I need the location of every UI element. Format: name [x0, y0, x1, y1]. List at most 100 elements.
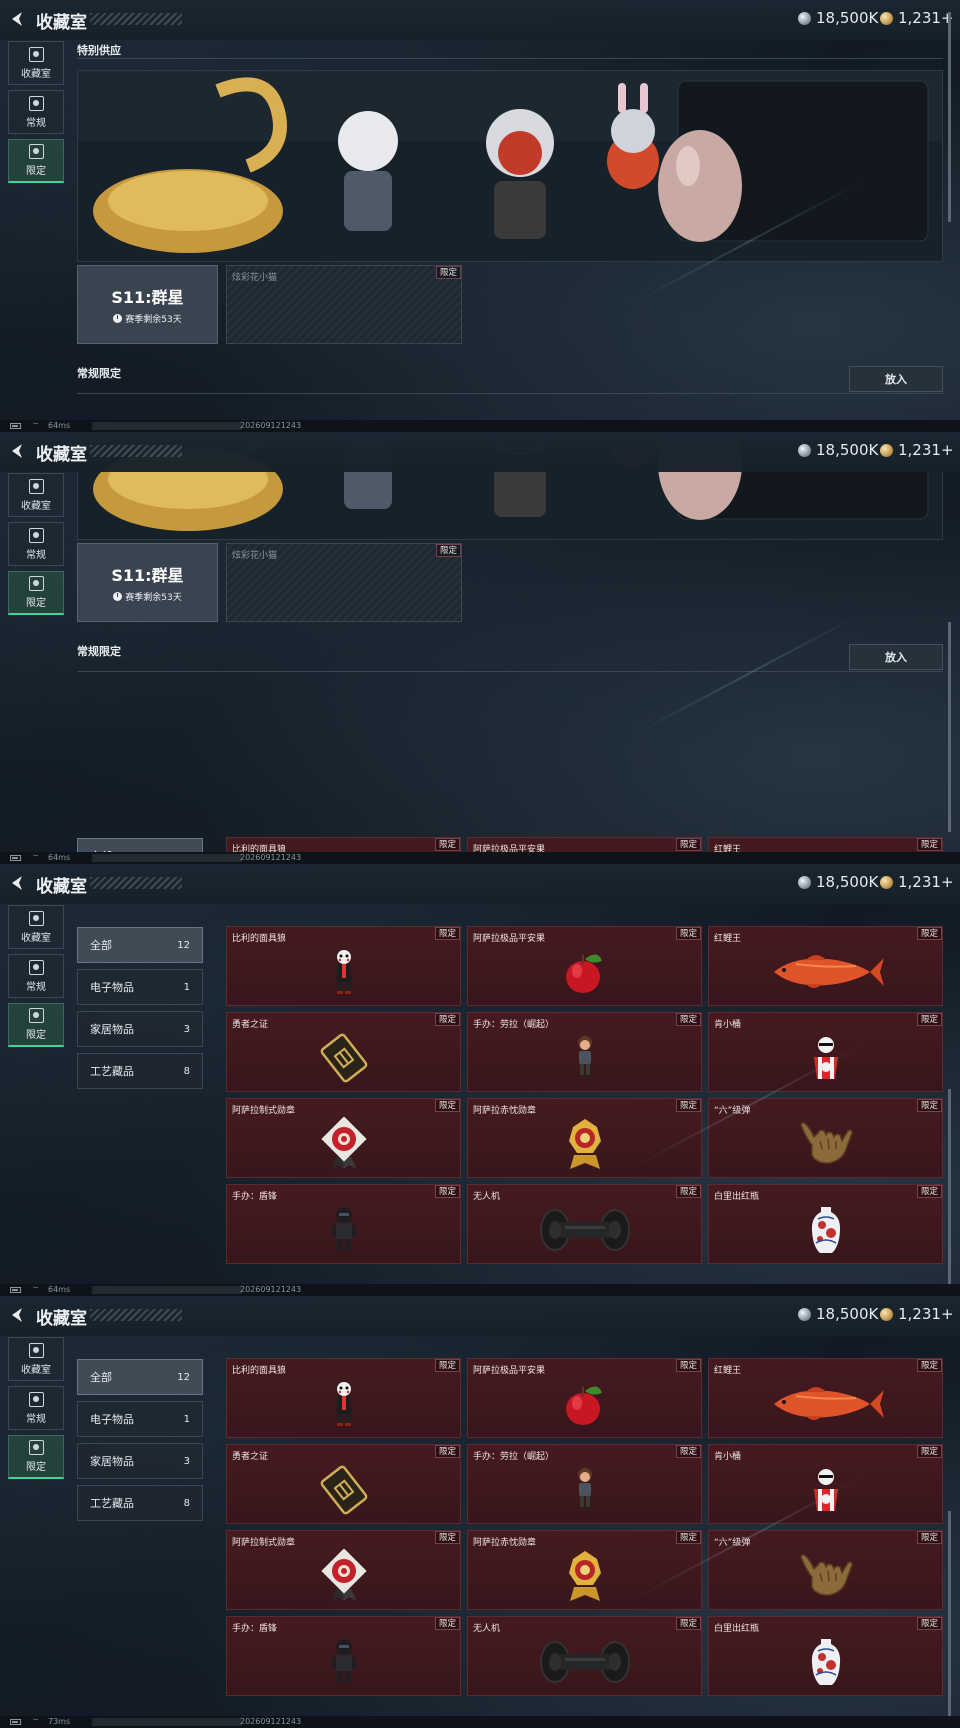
item-card[interactable]: 阿萨拉制式勋章 限定 — [226, 1530, 461, 1610]
item-card[interactable]: 阿萨拉极品平安果 限定 — [467, 1358, 702, 1438]
special-supply-banner[interactable] — [77, 70, 943, 262]
season-card[interactable]: S11:群星 赛季剩余53天 — [77, 543, 218, 622]
regular-icon — [28, 527, 44, 543]
sidebar-item-limited[interactable]: 限定 — [8, 1435, 64, 1479]
bucket-figure-icon — [709, 1025, 942, 1091]
wifi-icon: ⌔ — [32, 1717, 40, 1726]
item-card[interactable]: 比利的面具狼 限定 — [226, 1358, 461, 1438]
sidebar-item-regular[interactable]: 常规 — [8, 954, 64, 998]
category-tab[interactable]: 全部 12 — [77, 1359, 203, 1395]
season-remaining-text: 赛季剩余53天 — [125, 593, 182, 603]
sidebar-item-limited[interactable]: 限定 — [8, 1003, 64, 1047]
battery-icon — [10, 1287, 21, 1293]
vase-icon — [709, 1629, 942, 1695]
gold-amount: 1,231+ — [898, 441, 954, 459]
back-button[interactable] — [8, 873, 28, 893]
item-card[interactable]: 手办：盾锋 限定 — [226, 1616, 461, 1696]
back-button[interactable] — [8, 1305, 28, 1325]
category-tab[interactable]: 家居物品 3 — [77, 1011, 203, 1047]
sidebar-label: 收藏室 — [21, 500, 51, 512]
sidebar-item-collection[interactable]: 收藏室 — [8, 473, 64, 517]
back-button[interactable] — [8, 9, 28, 29]
special-item-card[interactable]: 炫彩花小猫 限定 — [226, 265, 462, 344]
item-card[interactable]: 比利的面具狼 限定 — [226, 926, 461, 1006]
item-card[interactable]: 无人机 限定 — [467, 1184, 702, 1264]
silver-amount: 18,500K — [816, 9, 879, 27]
top-bar: 收藏室 18,500K 1,231+ — [0, 0, 960, 40]
put-in-button[interactable]: 放入 — [849, 644, 943, 670]
sidebar-item-limited[interactable]: 限定 — [8, 571, 64, 615]
category-tab[interactable]: 工艺藏品 8 — [77, 1053, 203, 1089]
item-card[interactable]: 勇者之证 限定 — [226, 1444, 461, 1524]
scrollbar[interactable] — [948, 1089, 951, 1296]
sidebar-label: 常规 — [26, 1413, 46, 1425]
season-card[interactable]: S11:群星 赛季剩余53天 — [77, 265, 218, 344]
special-item-card[interactable]: 炫彩花小猫 限定 — [226, 543, 462, 622]
item-card[interactable]: 肯小桶 限定 — [708, 1444, 943, 1524]
item-card[interactable]: 手办：盾锋 限定 — [226, 1184, 461, 1264]
page-title: 收藏室 — [36, 13, 87, 33]
sidebar-item-regular[interactable]: 常规 — [8, 1386, 64, 1430]
item-card[interactable]: 手办：劳拉（崛起） 限定 — [467, 1444, 702, 1524]
item-card[interactable]: “六”级弹 限定 — [708, 1098, 943, 1178]
armored-figure-icon — [227, 1629, 460, 1695]
item-card[interactable]: “六”级弹 限定 — [708, 1530, 943, 1610]
sidebar-label: 限定 — [26, 1030, 46, 1041]
sidebar-label: 收藏室 — [21, 1364, 51, 1376]
sidebar-label: 收藏室 — [21, 68, 51, 80]
item-card[interactable]: 阿萨拉赤忱勋章 限定 — [467, 1098, 702, 1178]
silver-currency[interactable]: 18,500K — [798, 1305, 878, 1323]
wifi-icon: ⌔ — [32, 853, 40, 862]
sidebar-item-limited[interactable]: 限定 — [8, 139, 64, 183]
category-label: 工艺藏品 — [90, 1497, 134, 1510]
lara-figure-icon — [468, 1457, 701, 1523]
scrollbar[interactable] — [948, 12, 951, 222]
battery-icon — [10, 423, 21, 429]
item-card[interactable]: 肯小桶 限定 — [708, 1012, 943, 1092]
silver-currency[interactable]: 18,500K — [798, 441, 878, 459]
sidebar-label: 限定 — [26, 598, 46, 609]
sidebar-item-regular[interactable]: 常规 — [8, 90, 64, 134]
item-card[interactable]: 白里出红瓶 限定 — [708, 1184, 943, 1264]
item-card[interactable]: 阿萨拉极品平安果 限定 — [467, 926, 702, 1006]
category-tab[interactable]: 工艺藏品 8 — [77, 1485, 203, 1521]
sidebar-item-collection[interactable]: 收藏室 — [8, 41, 64, 85]
gold-currency[interactable]: 1,231+ — [880, 9, 954, 27]
category-tab[interactable]: 电子物品 1 — [77, 1401, 203, 1437]
gold-currency[interactable]: 1,231+ — [880, 441, 954, 459]
category-tab[interactable]: 电子物品 1 — [77, 969, 203, 1005]
regular-icon — [28, 959, 44, 975]
scrollbar[interactable] — [948, 1511, 951, 1721]
back-arrow-icon — [8, 444, 28, 465]
collection-content: 特别供应S11:群星赛季剩余53天炫彩花小猫限定常规限定放入全部12电子物品1家… — [0, 864, 960, 1296]
screen-panel-4: 特别供应S11:群星赛季剩余53天炫彩花小猫限定常规限定放入全部12电子物品1家… — [0, 1296, 960, 1728]
item-card[interactable]: 阿萨拉赤忱勋章 限定 — [467, 1530, 702, 1610]
page-title: 收藏室 — [36, 877, 87, 897]
silver-amount: 18,500K — [816, 1305, 879, 1323]
category-label: 全部 — [90, 939, 112, 952]
category-tab[interactable]: 全部 12 — [77, 927, 203, 963]
item-card[interactable]: 红鲤王 限定 — [708, 1358, 943, 1438]
back-button[interactable] — [8, 441, 28, 461]
silver-currency[interactable]: 18,500K — [798, 873, 878, 891]
put-in-button[interactable]: 放入 — [849, 366, 943, 392]
sidebar-item-collection[interactable]: 收藏室 — [8, 905, 64, 949]
item-card[interactable]: 无人机 限定 — [467, 1616, 702, 1696]
gold-currency[interactable]: 1,231+ — [880, 873, 954, 891]
category-tab[interactable]: 家居物品 3 — [77, 1443, 203, 1479]
sidebar-item-regular[interactable]: 常规 — [8, 522, 64, 566]
uid-placeholder — [92, 854, 242, 862]
item-card[interactable]: 白里出红瓶 限定 — [708, 1616, 943, 1696]
item-card[interactable]: 勇者之证 限定 — [226, 1012, 461, 1092]
item-card[interactable]: 红鲤王 限定 — [708, 926, 943, 1006]
top-bar: 收藏室 18,500K 1,231+ — [0, 1296, 960, 1336]
gold-medal-icon — [468, 1543, 701, 1609]
sidebar-item-collection[interactable]: 收藏室 — [8, 1337, 64, 1381]
item-card[interactable]: 手办：劳拉（崛起） 限定 — [467, 1012, 702, 1092]
silver-coin-icon — [798, 11, 811, 25]
status-bar: ⌔ 64ms 202609121243 — [0, 852, 960, 864]
gold-currency[interactable]: 1,231+ — [880, 1305, 954, 1323]
item-card[interactable]: 阿萨拉制式勋章 限定 — [226, 1098, 461, 1178]
scrollbar[interactable] — [948, 622, 951, 832]
silver-currency[interactable]: 18,500K — [798, 9, 878, 27]
